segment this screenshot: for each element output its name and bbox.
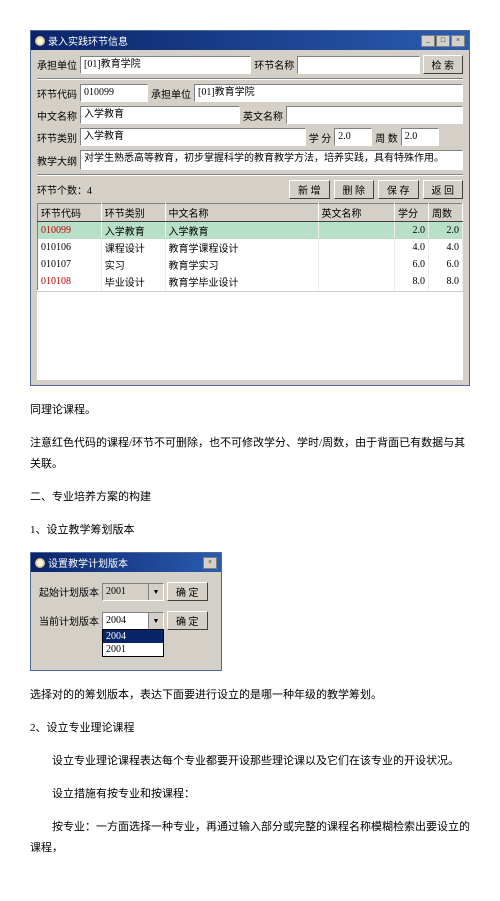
divider-2	[37, 174, 463, 176]
version-dropdown[interactable]: 2004 2001	[102, 629, 164, 657]
table-cell: 010107	[38, 256, 102, 273]
table-cell: 6.0	[395, 256, 429, 273]
th-code[interactable]: 环节代码	[38, 204, 102, 222]
table-cell: 4.0	[395, 239, 429, 256]
start-version-label: 起始计划版本	[39, 584, 99, 599]
close-button-2[interactable]: ×	[203, 557, 217, 569]
segment-table: 环节代码 环节类别 中文名称 英文名称 学分 周数 010099入学教育入学教育…	[37, 203, 463, 291]
doc-p4: 设立专业理论课程表达每个专业都要开设那些理论课以及它们在该专业的开设状况。	[30, 751, 470, 772]
doc-p6: 按专业：一方面选择一种专业，再通过输入部分或完整的课程名称模糊检索出要设立的课程…	[30, 817, 470, 859]
weeks-field[interactable]: 2.0	[401, 128, 439, 146]
enname-field[interactable]	[286, 106, 463, 124]
enname-label: 英文名称	[243, 108, 283, 123]
dropdown-option[interactable]: 2004	[103, 630, 163, 643]
dept2-label: 承担单位	[151, 86, 191, 101]
table-cell	[318, 256, 395, 273]
titlebar-2: 设置教学计划版本 ×	[31, 553, 221, 572]
current-version-combo[interactable]: 2004 ▼	[102, 612, 164, 630]
th-cat[interactable]: 环节类别	[101, 204, 165, 222]
titlebar: 录入实践环节信息 _ □ ×	[31, 31, 469, 50]
th-credit[interactable]: 学分	[395, 204, 429, 222]
current-version-label: 当前计划版本	[39, 613, 99, 628]
table-cell: 实习	[101, 256, 165, 273]
dept-label: 承担单位	[37, 57, 77, 72]
th-weeks[interactable]: 周数	[429, 204, 463, 222]
type-label: 环节类别	[37, 130, 77, 145]
segname-field[interactable]	[297, 56, 419, 74]
doc-p5: 设立措施有按专业和按课程：	[30, 784, 470, 805]
doc-p3: 选择对的的筹划版本，表达下面要进行设立的是哪一种年级的教学筹划。	[30, 685, 470, 706]
segname-label: 环节名称	[254, 57, 294, 72]
search-button[interactable]: 检 索	[423, 55, 464, 74]
minimize-button[interactable]: _	[421, 35, 435, 47]
credit-field[interactable]: 2.0	[334, 128, 372, 146]
outline-field[interactable]: 对学生熟悉高等教育，初步掌握科学的教育教学方法，培养实践，具有特殊作用。	[80, 150, 463, 170]
doc-p1: 同理论课程。	[30, 400, 470, 421]
type-field[interactable]: 入学教育	[80, 128, 306, 146]
table-cell	[318, 273, 395, 291]
dept2-field[interactable]: [01]教育学院	[194, 84, 463, 102]
plan-version-window: 设置教学计划版本 × 起始计划版本 2001 ▼ 确 定 当前计划版本 2004…	[30, 552, 222, 671]
table-row[interactable]: 010106课程设计教育学课程设计 4.04.0	[38, 239, 463, 256]
table-row[interactable]: 010108毕业设计教育学毕业设计 8.08.0	[38, 273, 463, 291]
app-icon-2	[35, 558, 45, 568]
maximize-button[interactable]: □	[436, 35, 450, 47]
window-title: 录入实践环节信息	[48, 33, 128, 48]
table-cell: 课程设计	[101, 239, 165, 256]
chevron-down-icon-2: ▼	[148, 613, 163, 629]
table-cell: 8.0	[429, 273, 463, 291]
table-cell: 010099	[38, 222, 102, 240]
cnname-field[interactable]: 入学教育	[80, 106, 240, 124]
credit-label: 学 分	[309, 130, 332, 145]
table-cell: 2.0	[429, 222, 463, 240]
window-title-2: 设置教学计划版本	[48, 555, 128, 570]
code-label: 环节代码	[37, 86, 77, 101]
table-empty-area	[37, 291, 463, 380]
table-cell: 8.0	[395, 273, 429, 291]
table-cell	[318, 239, 395, 256]
divider	[37, 78, 463, 80]
table-cell	[318, 222, 395, 240]
table-cell: 4.0	[429, 239, 463, 256]
dropdown-option[interactable]: 2001	[103, 643, 163, 656]
table-cell: 教育学实习	[165, 256, 318, 273]
delete-button[interactable]: 删 除	[334, 180, 375, 199]
table-row[interactable]: 010107实习教育学实习 6.06.0	[38, 256, 463, 273]
back-button[interactable]: 返 回	[423, 180, 464, 199]
table-cell: 教育学课程设计	[165, 239, 318, 256]
th-cn[interactable]: 中文名称	[165, 204, 318, 222]
practice-segment-window: 录入实践环节信息 _ □ × 承担单位 [01]教育学院 环节名称 检 索 环节…	[30, 30, 470, 386]
add-button[interactable]: 新 增	[289, 180, 330, 199]
ok-button-1[interactable]: 确 定	[167, 582, 208, 601]
table-cell: 6.0	[429, 256, 463, 273]
outline-label: 教学大纲	[37, 153, 77, 168]
app-icon	[35, 36, 45, 46]
code-field[interactable]: 010099	[80, 84, 148, 102]
save-button[interactable]: 保 存	[378, 180, 419, 199]
cnname-label: 中文名称	[37, 108, 77, 123]
table-cell: 010106	[38, 239, 102, 256]
table-cell: 入学教育	[101, 222, 165, 240]
dept-field[interactable]: [01]教育学院	[80, 56, 251, 74]
weeks-label: 周 数	[375, 130, 398, 145]
th-en[interactable]: 英文名称	[318, 204, 395, 222]
close-button[interactable]: ×	[451, 35, 465, 47]
doc-h2: 二、专业培养方案的构建	[30, 487, 470, 508]
start-version-combo[interactable]: 2001 ▼	[102, 583, 164, 601]
table-cell: 毕业设计	[101, 273, 165, 291]
doc-s2: 2、设立专业理论课程	[30, 718, 470, 739]
table-cell: 2.0	[395, 222, 429, 240]
count-label: 环节个数：4	[37, 182, 92, 197]
table-cell: 010108	[38, 273, 102, 291]
doc-s1: 1、设立教学筹划版本	[30, 520, 470, 541]
table-cell: 入学教育	[165, 222, 318, 240]
chevron-down-icon: ▼	[148, 584, 163, 600]
ok-button-2[interactable]: 确 定	[167, 611, 208, 630]
table-cell: 教育学毕业设计	[165, 273, 318, 291]
doc-p2: 注意红色代码的课程/环节不可删除，也不可修改学分、学时/周数，由于背面已有数据与…	[30, 433, 470, 475]
table-row[interactable]: 010099入学教育入学教育2.02.0	[38, 222, 463, 240]
